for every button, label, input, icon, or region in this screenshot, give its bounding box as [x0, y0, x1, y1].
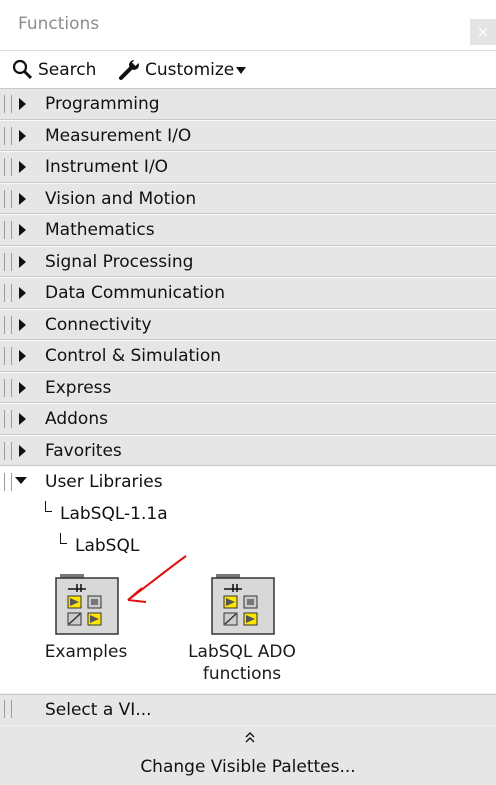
drag-handle[interactable]	[4, 221, 12, 239]
vi-library-icon	[211, 574, 275, 635]
search-icon	[12, 59, 33, 80]
category-favorites[interactable]: Favorites	[0, 435, 496, 467]
labsql-ado-label-line2: functions	[202, 664, 282, 684]
category-label: Express	[45, 377, 112, 398]
tree-item-labsql-1-1a[interactable]: LabSQL-1.1a	[60, 504, 168, 524]
customize-label: Customize	[145, 60, 235, 80]
drag-handle[interactable]	[4, 189, 12, 208]
double-chevron-up-icon[interactable]	[244, 730, 256, 744]
search-button[interactable]: Search	[12, 59, 96, 81]
category-label: Programming	[45, 94, 160, 114]
drag-handle[interactable]	[4, 158, 12, 176]
category-label: Vision and Motion	[45, 188, 197, 209]
collapse-arrow-icon[interactable]	[15, 477, 27, 484]
category-label: Connectivity	[45, 314, 152, 335]
drag-handle[interactable]	[4, 347, 12, 365]
user-libraries-label[interactable]: User Libraries	[45, 472, 163, 492]
drag-handle[interactable]	[4, 252, 12, 271]
category-express[interactable]: Express	[0, 372, 496, 404]
category-data-communication[interactable]: Data Communication	[0, 278, 496, 310]
palette-toolbar: Search Customize	[0, 51, 496, 89]
change-visible-palettes-button[interactable]: Change Visible Palettes...	[0, 757, 496, 777]
tree-elbow-icon	[45, 501, 52, 512]
expand-arrow-icon[interactable]	[19, 192, 26, 205]
expand-arrow-icon[interactable]	[19, 161, 26, 173]
category-programming[interactable]: Programming	[0, 89, 496, 121]
palette-title-bar: Functions ×	[0, 0, 496, 51]
category-addons[interactable]: Addons	[0, 404, 496, 436]
search-label: Search	[38, 60, 97, 80]
vi-library-icon	[55, 574, 119, 635]
expand-arrow-icon[interactable]	[19, 413, 26, 425]
examples-vi-item[interactable]	[54, 574, 120, 640]
expand-arrow-icon[interactable]	[19, 444, 26, 457]
drag-handle[interactable]	[4, 315, 12, 334]
palette-title: Functions	[18, 14, 100, 34]
user-libraries-section: User Libraries LabSQL-1.1a LabSQL Exampl…	[0, 467, 496, 693]
category-label: Instrument I/O	[45, 157, 169, 177]
wrench-icon	[119, 59, 140, 80]
expand-arrow-icon[interactable]	[19, 129, 26, 142]
expand-arrow-icon[interactable]	[19, 318, 26, 331]
palette-footer: Change Visible Palettes...	[0, 726, 496, 785]
expand-arrow-icon[interactable]	[19, 255, 26, 268]
labsql-ado-label-line1: LabSQL ADO	[188, 642, 296, 662]
category-label: Data Communication	[45, 283, 225, 303]
expand-arrow-icon[interactable]	[19, 98, 26, 110]
category-mathematics[interactable]: Mathematics	[0, 215, 496, 247]
customize-button[interactable]: Customize	[118, 59, 247, 81]
drag-handle[interactable]	[4, 410, 12, 428]
category-label: Signal Processing	[45, 251, 194, 272]
category-label: Control & Simulation	[45, 346, 222, 366]
tree-elbow-icon	[60, 533, 67, 544]
dropdown-arrow-icon	[236, 67, 247, 74]
drag-handle[interactable]	[4, 126, 12, 145]
category-label: Mathematics	[45, 220, 155, 240]
close-button[interactable]: ×	[470, 19, 496, 45]
category-label: Measurement I/O	[45, 125, 192, 146]
category-vision-and-motion[interactable]: Vision and Motion	[0, 183, 496, 215]
examples-label-line: Examples	[44, 642, 128, 662]
category-control-simulation[interactable]: Control & Simulation	[0, 341, 496, 373]
expand-arrow-icon[interactable]	[19, 350, 26, 362]
expand-arrow-icon[interactable]	[19, 224, 26, 236]
drag-handle[interactable]	[4, 95, 12, 113]
expand-arrow-icon[interactable]	[19, 381, 26, 394]
drag-handle[interactable]	[4, 700, 12, 718]
category-measurement-io[interactable]: Measurement I/O	[0, 120, 496, 152]
drag-handle[interactable]	[4, 441, 12, 460]
palette-category-list: Programming Measurement I/O Instrument I…	[0, 89, 496, 467]
expand-arrow-icon[interactable]	[19, 287, 26, 299]
select-vi-label: Select a VI...	[45, 700, 152, 720]
category-instrument-io[interactable]: Instrument I/O	[0, 152, 496, 184]
category-connectivity[interactable]: Connectivity	[0, 309, 496, 341]
drag-handle[interactable]	[4, 284, 12, 302]
examples-label: Examples	[36, 641, 136, 663]
category-label: Favorites	[45, 440, 122, 461]
annotation-arrow-icon	[127, 555, 187, 603]
category-label: Addons	[45, 409, 108, 429]
select-vi-row[interactable]: Select a VI...	[0, 694, 496, 725]
category-signal-processing[interactable]: Signal Processing	[0, 246, 496, 278]
labsql-ado-functions-vi-item[interactable]	[210, 574, 276, 640]
drag-handle[interactable]	[4, 473, 12, 491]
labsql-ado-functions-label: LabSQL ADO functions	[176, 641, 308, 685]
drag-handle[interactable]	[4, 378, 12, 397]
close-icon: ×	[476, 23, 490, 41]
